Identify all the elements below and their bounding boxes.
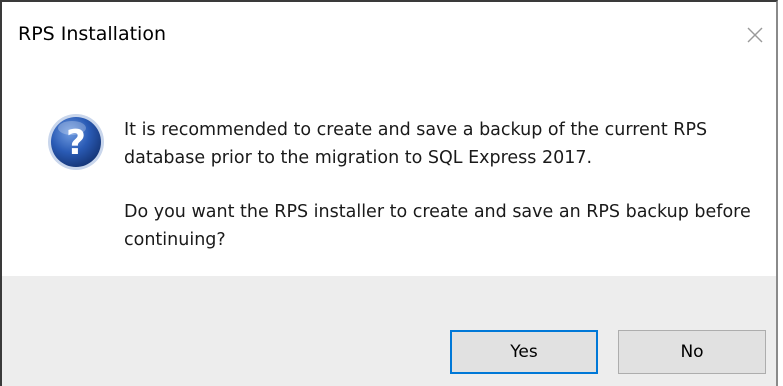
close-icon: [747, 27, 763, 43]
no-button[interactable]: No: [618, 330, 766, 374]
message-paragraph-2: Do you want the RPS installer to create …: [124, 202, 751, 250]
message-dialog: RPS Installation ? It is recommended to …: [0, 0, 778, 386]
dialog-body: ? It is recommended to create and save a…: [2, 68, 776, 276]
svg-text:?: ?: [66, 123, 86, 163]
page: RPS Installation ? It is recommended to …: [0, 0, 783, 386]
title-bar[interactable]: RPS Installation: [2, 2, 776, 68]
window-title: RPS Installation: [18, 23, 166, 45]
button-bar: Yes No: [2, 276, 776, 386]
message-paragraph-1: It is recommended to create and save a b…: [124, 120, 708, 168]
yes-button[interactable]: Yes: [450, 330, 598, 374]
close-button[interactable]: [738, 18, 772, 52]
message-text: It is recommended to create and save a b…: [124, 116, 754, 280]
question-icon: ?: [48, 114, 104, 170]
